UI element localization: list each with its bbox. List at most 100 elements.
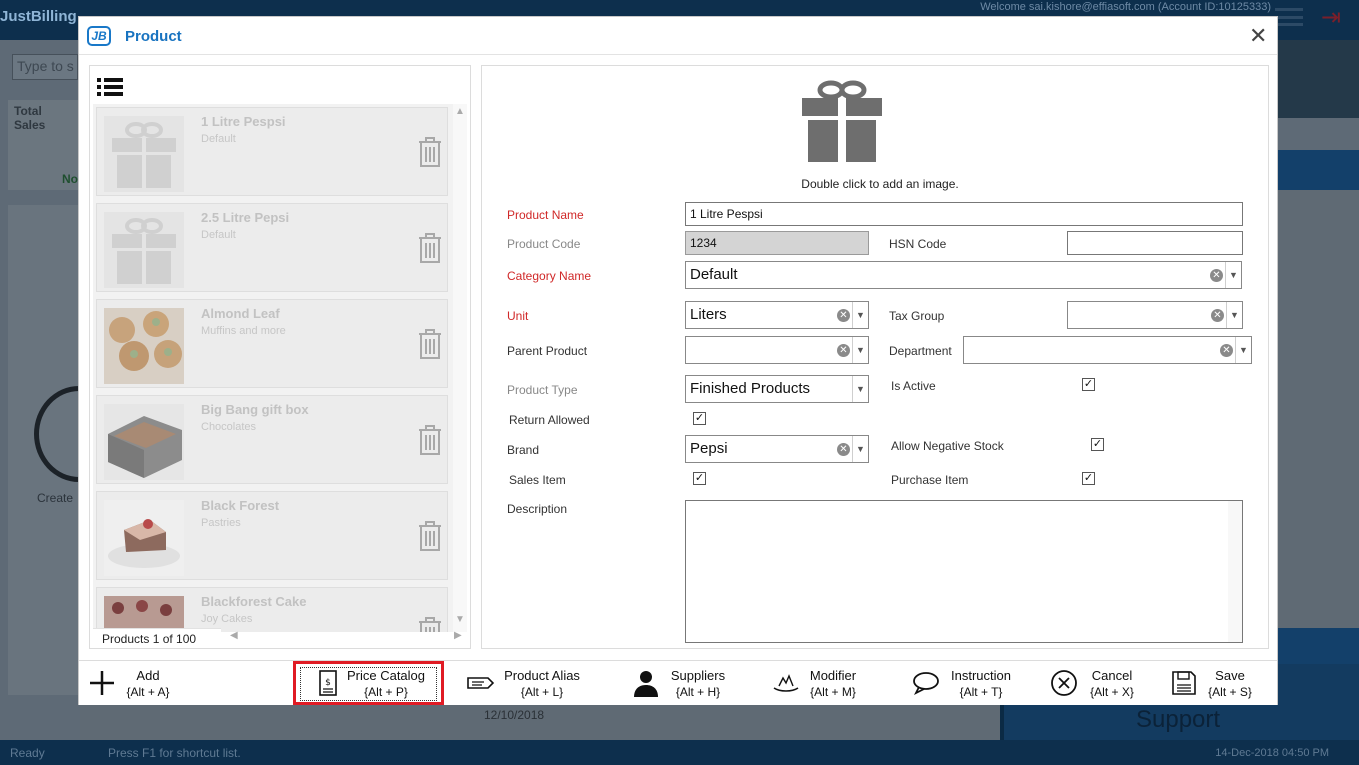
status-clock: 14-Dec-2018 04:50 PM	[1215, 747, 1329, 759]
price-catalog-button[interactable]: $ Price Catalog {Alt + P}	[293, 661, 444, 705]
list-horizontal-scrollbar[interactable]: ◀ ▶	[224, 630, 466, 646]
tax-group-combo[interactable]: ✕ ▼	[1067, 301, 1243, 329]
category-name-label: Category Name	[507, 269, 592, 283]
scroll-up-icon[interactable]: ▲	[455, 106, 465, 117]
brand-combo[interactable]: Pepsi ✕ ▼	[685, 435, 869, 463]
sales-item-checkbox[interactable]: ✓	[693, 472, 706, 485]
list-vertical-scrollbar[interactable]	[453, 104, 467, 632]
logout-icon[interactable]: ⇥	[1321, 3, 1341, 32]
list-item-name: Almond Leaf	[201, 306, 280, 321]
chevron-down-icon[interactable]: ▼	[852, 337, 868, 363]
scroll-left-icon[interactable]: ◀	[230, 630, 238, 641]
hsn-code-input[interactable]	[1067, 231, 1243, 255]
save-shortcut: {Alt + S}	[1208, 685, 1252, 699]
save-label: Save	[1215, 668, 1245, 683]
list-item[interactable]: 1 Litre Pespsi Default	[96, 107, 448, 196]
trash-icon[interactable]	[417, 232, 443, 264]
list-item[interactable]: Blackforest Cake Joy Cakes	[96, 587, 448, 632]
support-label[interactable]: Support	[1136, 706, 1220, 734]
scroll-down-icon[interactable]: ▼	[455, 614, 465, 625]
clear-icon[interactable]: ✕	[1211, 309, 1224, 322]
clear-icon[interactable]: ✕	[1210, 269, 1223, 282]
background-search-input[interactable]: Type to s	[12, 54, 78, 80]
product-alias-button[interactable]: Product Alias {Alt + L}	[465, 661, 595, 705]
list-item-name: Blackforest Cake	[201, 594, 307, 609]
clear-icon[interactable]: ✕	[1220, 344, 1233, 357]
modifier-button[interactable]: Modifier {Alt + M}	[771, 661, 891, 705]
clear-icon[interactable]: ✕	[837, 309, 850, 322]
chevron-down-icon[interactable]: ▼	[852, 302, 868, 328]
list-item[interactable]: Almond Leaf Muffins and more	[96, 299, 448, 388]
scroll-right-icon[interactable]: ▶	[454, 630, 462, 641]
trash-icon[interactable]	[417, 424, 443, 456]
product-form: Double click to add an image. Product Na…	[481, 65, 1269, 649]
return-allowed-checkbox[interactable]: ✓	[693, 412, 706, 425]
product-code-label: Product Code	[507, 237, 581, 251]
modifier-shortcut: {Alt + M}	[810, 685, 856, 699]
cake-photo	[104, 500, 184, 576]
clear-icon[interactable]: ✕	[837, 344, 850, 357]
product-type-label: Product Type	[507, 383, 578, 397]
suppliers-button[interactable]: Suppliers {Alt + H}	[631, 661, 751, 705]
modifier-icon	[771, 668, 801, 698]
trash-icon[interactable]	[417, 328, 443, 360]
list-item[interactable]: 2.5 Litre Pepsi Default	[96, 203, 448, 292]
clear-icon[interactable]: ✕	[837, 443, 850, 456]
hsn-code-label: HSN Code	[889, 237, 947, 251]
purchase-item-checkbox[interactable]: ✓	[1082, 472, 1095, 485]
svg-text:$: $	[325, 678, 331, 688]
floppy-disk-icon	[1169, 668, 1199, 698]
jb-logo-icon: JB	[87, 26, 111, 46]
list-item-category: Default	[201, 133, 236, 145]
status-ready: Ready	[10, 746, 45, 760]
app-window: { "background": { "app_name": "JustBilli…	[0, 0, 1359, 765]
close-icon[interactable]: ✕	[1249, 23, 1267, 49]
add-button[interactable]: Add {Alt + A}	[87, 661, 187, 705]
save-button[interactable]: Save {Alt + S}	[1169, 661, 1269, 705]
parent-product-combo[interactable]: ✕ ▼	[685, 336, 869, 364]
dialog-title: Product	[125, 28, 182, 45]
list-item[interactable]: Black Forest Pastries	[96, 491, 448, 580]
list-item[interactable]: Big Bang gift box Chocolates	[96, 395, 448, 484]
unit-combo[interactable]: Liters ✕ ▼	[685, 301, 869, 329]
description-textarea[interactable]	[685, 500, 1243, 643]
chevron-down-icon[interactable]: ▼	[852, 436, 868, 462]
cancel-icon	[1049, 668, 1079, 698]
department-combo[interactable]: ✕ ▼	[963, 336, 1252, 364]
product-image-gift-icon[interactable]	[798, 78, 886, 164]
product-alias-label: Product Alias	[504, 668, 580, 683]
trash-icon[interactable]	[417, 136, 443, 168]
parent-product-label: Parent Product	[507, 344, 588, 358]
add-shortcut: {Alt + A}	[126, 685, 170, 699]
cancel-button[interactable]: Cancel {Alt + X}	[1049, 661, 1159, 705]
cancel-shortcut: {Alt + X}	[1090, 685, 1134, 699]
suppliers-label: Suppliers	[670, 668, 726, 683]
product-alias-shortcut: {Alt + L}	[520, 685, 564, 699]
product-list[interactable]: 1 Litre Pespsi Default 2.5 Litre Pepsi D…	[93, 104, 467, 632]
allow-negative-stock-checkbox[interactable]: ✓	[1091, 438, 1104, 451]
chevron-down-icon[interactable]: ▼	[852, 376, 868, 402]
app-logo: JustBilling	[0, 8, 77, 25]
welcome-text: Welcome sai.kishore@effiasoft.com (Accou…	[980, 1, 1271, 13]
description-value	[686, 501, 1242, 509]
return-allowed-label: Return Allowed	[509, 413, 590, 427]
allow-negative-stock-label: Allow Negative Stock	[891, 439, 1004, 453]
product-name-input[interactable]: 1 Litre Pespsi	[685, 202, 1243, 226]
total-sales-value: No	[62, 172, 78, 186]
product-code-input[interactable]: 1234	[685, 231, 869, 255]
purchase-item-label: Purchase Item	[891, 473, 969, 487]
trash-icon[interactable]	[417, 520, 443, 552]
product-type-value: Finished Products	[690, 380, 811, 397]
chevron-down-icon[interactable]: ▼	[1226, 302, 1242, 328]
category-combo[interactable]: Default ✕ ▼	[685, 261, 1242, 289]
list-view-icon[interactable]	[97, 76, 125, 98]
chevron-down-icon[interactable]: ▼	[1225, 262, 1241, 288]
instruction-button[interactable]: Instruction {Alt + T}	[911, 661, 1041, 705]
chevron-down-icon[interactable]: ▼	[1235, 337, 1251, 363]
description-scrollbar[interactable]	[1228, 501, 1242, 642]
is-active-checkbox[interactable]: ✓	[1082, 378, 1095, 391]
product-type-combo[interactable]: Finished Products ▼	[685, 375, 869, 403]
chat-bubble-icon	[911, 668, 941, 698]
category-value: Default	[690, 266, 738, 283]
menu-icon[interactable]	[1275, 8, 1303, 26]
